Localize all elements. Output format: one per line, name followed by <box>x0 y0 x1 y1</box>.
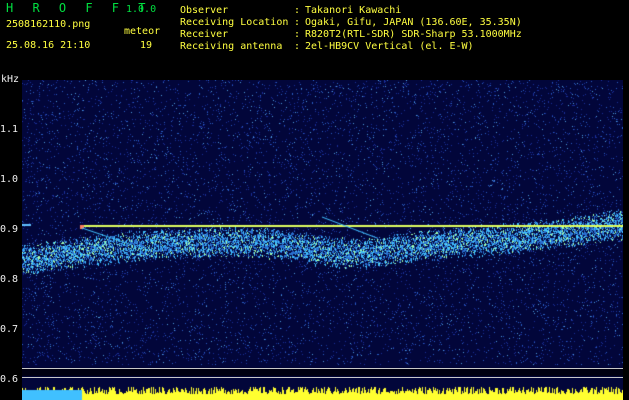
info-value-observer: Takanori Kawachi <box>305 5 402 16</box>
freq-tick-label: 0.7 <box>0 324 19 335</box>
info-value-receiver: R820T2(RTL-SDR) SDR-Sharp 53.1000MHz <box>305 29 522 40</box>
info-value-antenna: 2el-HB9CV Vertical (el. E-W) <box>305 41 474 52</box>
meteor-count: 19 <box>140 40 153 51</box>
app-version: 1.0.0 <box>126 4 157 15</box>
info-sep-location: : <box>294 17 301 28</box>
freq-tick-label: 0.6 <box>0 374 19 385</box>
freq-tick-label: 1.0 <box>0 174 19 185</box>
meteor-label: meteor <box>124 26 161 37</box>
info-value-location: Ogaki, Gifu, JAPAN (136.60E, 35.35N) <box>305 17 522 28</box>
divider-line <box>22 377 623 378</box>
info-sep-antenna: : <box>294 41 301 52</box>
info-sep-observer: : <box>294 5 301 16</box>
info-key-observer: Observer <box>180 5 229 16</box>
info-key-antenna: Receiving antenna <box>180 41 283 52</box>
freq-tick-label: 1.1 <box>0 124 19 135</box>
date-time: 25.08.16 21:10 <box>6 40 91 51</box>
freq-tick-label: 0.8 <box>0 274 19 285</box>
file-name: 2508162110.png <box>6 19 91 30</box>
spectrogram-canvas <box>22 80 623 400</box>
freq-tick-label: 0.9 <box>0 224 19 235</box>
hrofft-window: H R O F F T 1.0.0 2508162110.png meteor … <box>0 0 629 400</box>
freq-unit-label: kHz <box>1 74 20 85</box>
info-key-location: Receiving Location <box>180 17 289 28</box>
info-key-receiver: Receiver <box>180 29 229 40</box>
spectrogram <box>22 80 623 400</box>
divider-line <box>22 368 623 369</box>
info-sep-receiver: : <box>294 29 301 40</box>
